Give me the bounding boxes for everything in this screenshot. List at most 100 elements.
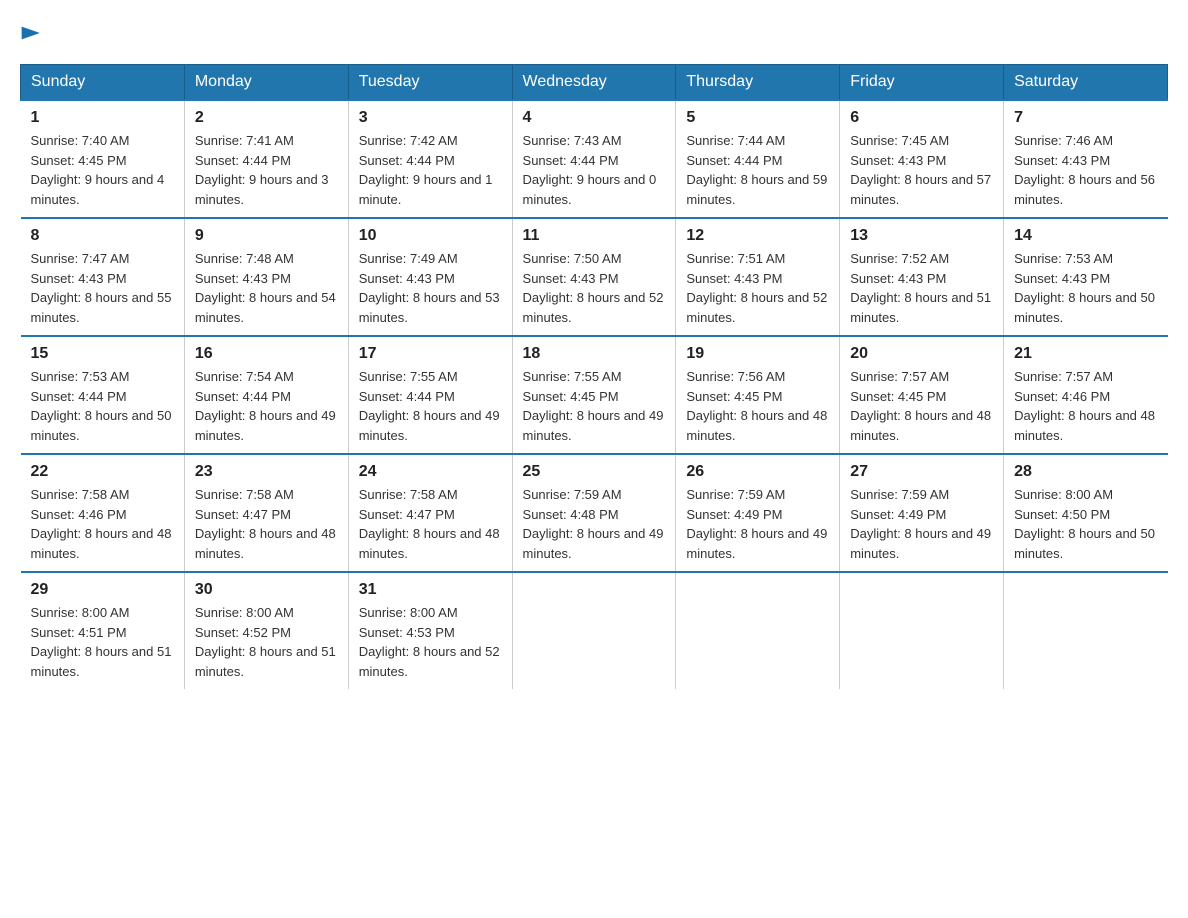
header-friday: Friday [840,65,1004,101]
day-number: 30 [195,581,338,599]
header-thursday: Thursday [676,65,840,101]
calendar-cell: 17 Sunrise: 7:55 AMSunset: 4:44 PMDaylig… [348,336,512,454]
day-number: 7 [1014,109,1157,127]
day-info: Sunrise: 7:49 AMSunset: 4:43 PMDaylight:… [359,251,500,325]
day-info: Sunrise: 7:57 AMSunset: 4:46 PMDaylight:… [1014,369,1155,443]
day-info: Sunrise: 8:00 AMSunset: 4:51 PMDaylight:… [31,605,172,679]
calendar-cell: 11 Sunrise: 7:50 AMSunset: 4:43 PMDaylig… [512,218,676,336]
day-info: Sunrise: 7:42 AMSunset: 4:44 PMDaylight:… [359,133,493,207]
day-info: Sunrise: 7:58 AMSunset: 4:46 PMDaylight:… [31,487,172,561]
day-info: Sunrise: 7:58 AMSunset: 4:47 PMDaylight:… [359,487,500,561]
day-number: 21 [1014,345,1157,363]
calendar-table: SundayMondayTuesdayWednesdayThursdayFrid… [20,64,1168,689]
calendar-cell [512,572,676,689]
calendar-cell: 13 Sunrise: 7:52 AMSunset: 4:43 PMDaylig… [840,218,1004,336]
day-info: Sunrise: 8:00 AMSunset: 4:53 PMDaylight:… [359,605,500,679]
calendar-cell [676,572,840,689]
calendar-cell: 27 Sunrise: 7:59 AMSunset: 4:49 PMDaylig… [840,454,1004,572]
day-info: Sunrise: 7:55 AMSunset: 4:44 PMDaylight:… [359,369,500,443]
header-tuesday: Tuesday [348,65,512,101]
calendar-cell: 20 Sunrise: 7:57 AMSunset: 4:45 PMDaylig… [840,336,1004,454]
calendar-cell: 4 Sunrise: 7:43 AMSunset: 4:44 PMDayligh… [512,100,676,218]
calendar-cell: 21 Sunrise: 7:57 AMSunset: 4:46 PMDaylig… [1004,336,1168,454]
calendar-cell: 3 Sunrise: 7:42 AMSunset: 4:44 PMDayligh… [348,100,512,218]
day-info: Sunrise: 7:59 AMSunset: 4:49 PMDaylight:… [850,487,991,561]
day-info: Sunrise: 7:40 AMSunset: 4:45 PMDaylight:… [31,133,165,207]
day-number: 20 [850,345,993,363]
day-info: Sunrise: 7:45 AMSunset: 4:43 PMDaylight:… [850,133,991,207]
day-info: Sunrise: 7:43 AMSunset: 4:44 PMDaylight:… [523,133,657,207]
day-info: Sunrise: 7:48 AMSunset: 4:43 PMDaylight:… [195,251,336,325]
day-number: 4 [523,109,666,127]
weekday-header-row: SundayMondayTuesdayWednesdayThursdayFrid… [21,65,1168,101]
calendar-cell: 2 Sunrise: 7:41 AMSunset: 4:44 PMDayligh… [184,100,348,218]
calendar-cell: 30 Sunrise: 8:00 AMSunset: 4:52 PMDaylig… [184,572,348,689]
day-info: Sunrise: 7:44 AMSunset: 4:44 PMDaylight:… [686,133,827,207]
day-number: 6 [850,109,993,127]
day-number: 31 [359,581,502,599]
day-info: Sunrise: 7:54 AMSunset: 4:44 PMDaylight:… [195,369,336,443]
calendar-cell: 10 Sunrise: 7:49 AMSunset: 4:43 PMDaylig… [348,218,512,336]
day-info: Sunrise: 7:53 AMSunset: 4:43 PMDaylight:… [1014,251,1155,325]
calendar-cell [840,572,1004,689]
day-number: 2 [195,109,338,127]
day-number: 18 [523,345,666,363]
header-monday: Monday [184,65,348,101]
header-saturday: Saturday [1004,65,1168,101]
day-info: Sunrise: 7:55 AMSunset: 4:45 PMDaylight:… [523,369,664,443]
week-row-5: 29 Sunrise: 8:00 AMSunset: 4:51 PMDaylig… [21,572,1168,689]
logo [20,20,39,44]
calendar-cell [1004,572,1168,689]
day-info: Sunrise: 7:58 AMSunset: 4:47 PMDaylight:… [195,487,336,561]
day-info: Sunrise: 7:46 AMSunset: 4:43 PMDaylight:… [1014,133,1155,207]
day-number: 24 [359,463,502,481]
week-row-3: 15 Sunrise: 7:53 AMSunset: 4:44 PMDaylig… [21,336,1168,454]
calendar-cell: 1 Sunrise: 7:40 AMSunset: 4:45 PMDayligh… [21,100,185,218]
day-info: Sunrise: 7:41 AMSunset: 4:44 PMDaylight:… [195,133,329,207]
calendar-cell: 9 Sunrise: 7:48 AMSunset: 4:43 PMDayligh… [184,218,348,336]
day-number: 13 [850,227,993,245]
day-number: 17 [359,345,502,363]
page-header [20,20,1168,44]
calendar-cell: 31 Sunrise: 8:00 AMSunset: 4:53 PMDaylig… [348,572,512,689]
day-number: 23 [195,463,338,481]
day-number: 28 [1014,463,1157,481]
calendar-cell: 18 Sunrise: 7:55 AMSunset: 4:45 PMDaylig… [512,336,676,454]
calendar-cell: 16 Sunrise: 7:54 AMSunset: 4:44 PMDaylig… [184,336,348,454]
day-info: Sunrise: 7:57 AMSunset: 4:45 PMDaylight:… [850,369,991,443]
day-number: 12 [686,227,829,245]
day-info: Sunrise: 7:56 AMSunset: 4:45 PMDaylight:… [686,369,827,443]
week-row-2: 8 Sunrise: 7:47 AMSunset: 4:43 PMDayligh… [21,218,1168,336]
day-info: Sunrise: 7:51 AMSunset: 4:43 PMDaylight:… [686,251,827,325]
calendar-cell: 22 Sunrise: 7:58 AMSunset: 4:46 PMDaylig… [21,454,185,572]
day-number: 14 [1014,227,1157,245]
day-number: 9 [195,227,338,245]
day-number: 3 [359,109,502,127]
calendar-cell: 29 Sunrise: 8:00 AMSunset: 4:51 PMDaylig… [21,572,185,689]
day-info: Sunrise: 8:00 AMSunset: 4:50 PMDaylight:… [1014,487,1155,561]
header-sunday: Sunday [21,65,185,101]
calendar-cell: 15 Sunrise: 7:53 AMSunset: 4:44 PMDaylig… [21,336,185,454]
calendar-cell: 5 Sunrise: 7:44 AMSunset: 4:44 PMDayligh… [676,100,840,218]
day-info: Sunrise: 7:53 AMSunset: 4:44 PMDaylight:… [31,369,172,443]
calendar-cell: 28 Sunrise: 8:00 AMSunset: 4:50 PMDaylig… [1004,454,1168,572]
day-number: 16 [195,345,338,363]
day-number: 26 [686,463,829,481]
day-number: 1 [31,109,174,127]
calendar-cell: 8 Sunrise: 7:47 AMSunset: 4:43 PMDayligh… [21,218,185,336]
day-number: 10 [359,227,502,245]
day-number: 22 [31,463,174,481]
week-row-1: 1 Sunrise: 7:40 AMSunset: 4:45 PMDayligh… [21,100,1168,218]
day-number: 11 [523,227,666,245]
day-info: Sunrise: 7:50 AMSunset: 4:43 PMDaylight:… [523,251,664,325]
day-info: Sunrise: 8:00 AMSunset: 4:52 PMDaylight:… [195,605,336,679]
calendar-cell: 6 Sunrise: 7:45 AMSunset: 4:43 PMDayligh… [840,100,1004,218]
calendar-cell: 14 Sunrise: 7:53 AMSunset: 4:43 PMDaylig… [1004,218,1168,336]
calendar-cell: 12 Sunrise: 7:51 AMSunset: 4:43 PMDaylig… [676,218,840,336]
day-info: Sunrise: 7:47 AMSunset: 4:43 PMDaylight:… [31,251,172,325]
day-number: 19 [686,345,829,363]
day-number: 25 [523,463,666,481]
day-number: 8 [31,227,174,245]
day-info: Sunrise: 7:59 AMSunset: 4:49 PMDaylight:… [686,487,827,561]
calendar-cell: 7 Sunrise: 7:46 AMSunset: 4:43 PMDayligh… [1004,100,1168,218]
